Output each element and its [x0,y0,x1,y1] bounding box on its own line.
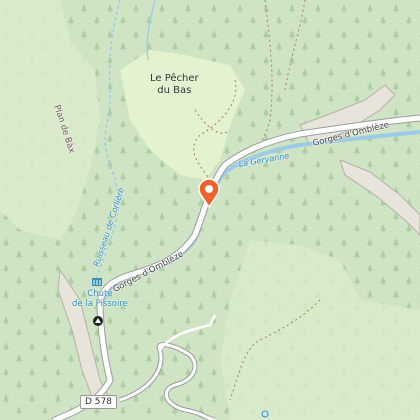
place-label-pecher: Le Pêcher du Bas [150,73,199,96]
map-view[interactable]: Le Pêcher du Bas Gorges d'Omblèze La Ger… [0,0,420,420]
poi-label-waterfall: Chute de la Pissoire [72,289,128,309]
waterfall-icon [92,278,102,286]
road-shield-d578: D 578 [80,395,117,409]
water-point-icon [261,410,269,418]
viewpoint-icon [93,316,103,326]
location-pin-icon [198,178,220,209]
location-pin[interactable] [198,178,220,209]
map-base-layer [0,0,420,420]
